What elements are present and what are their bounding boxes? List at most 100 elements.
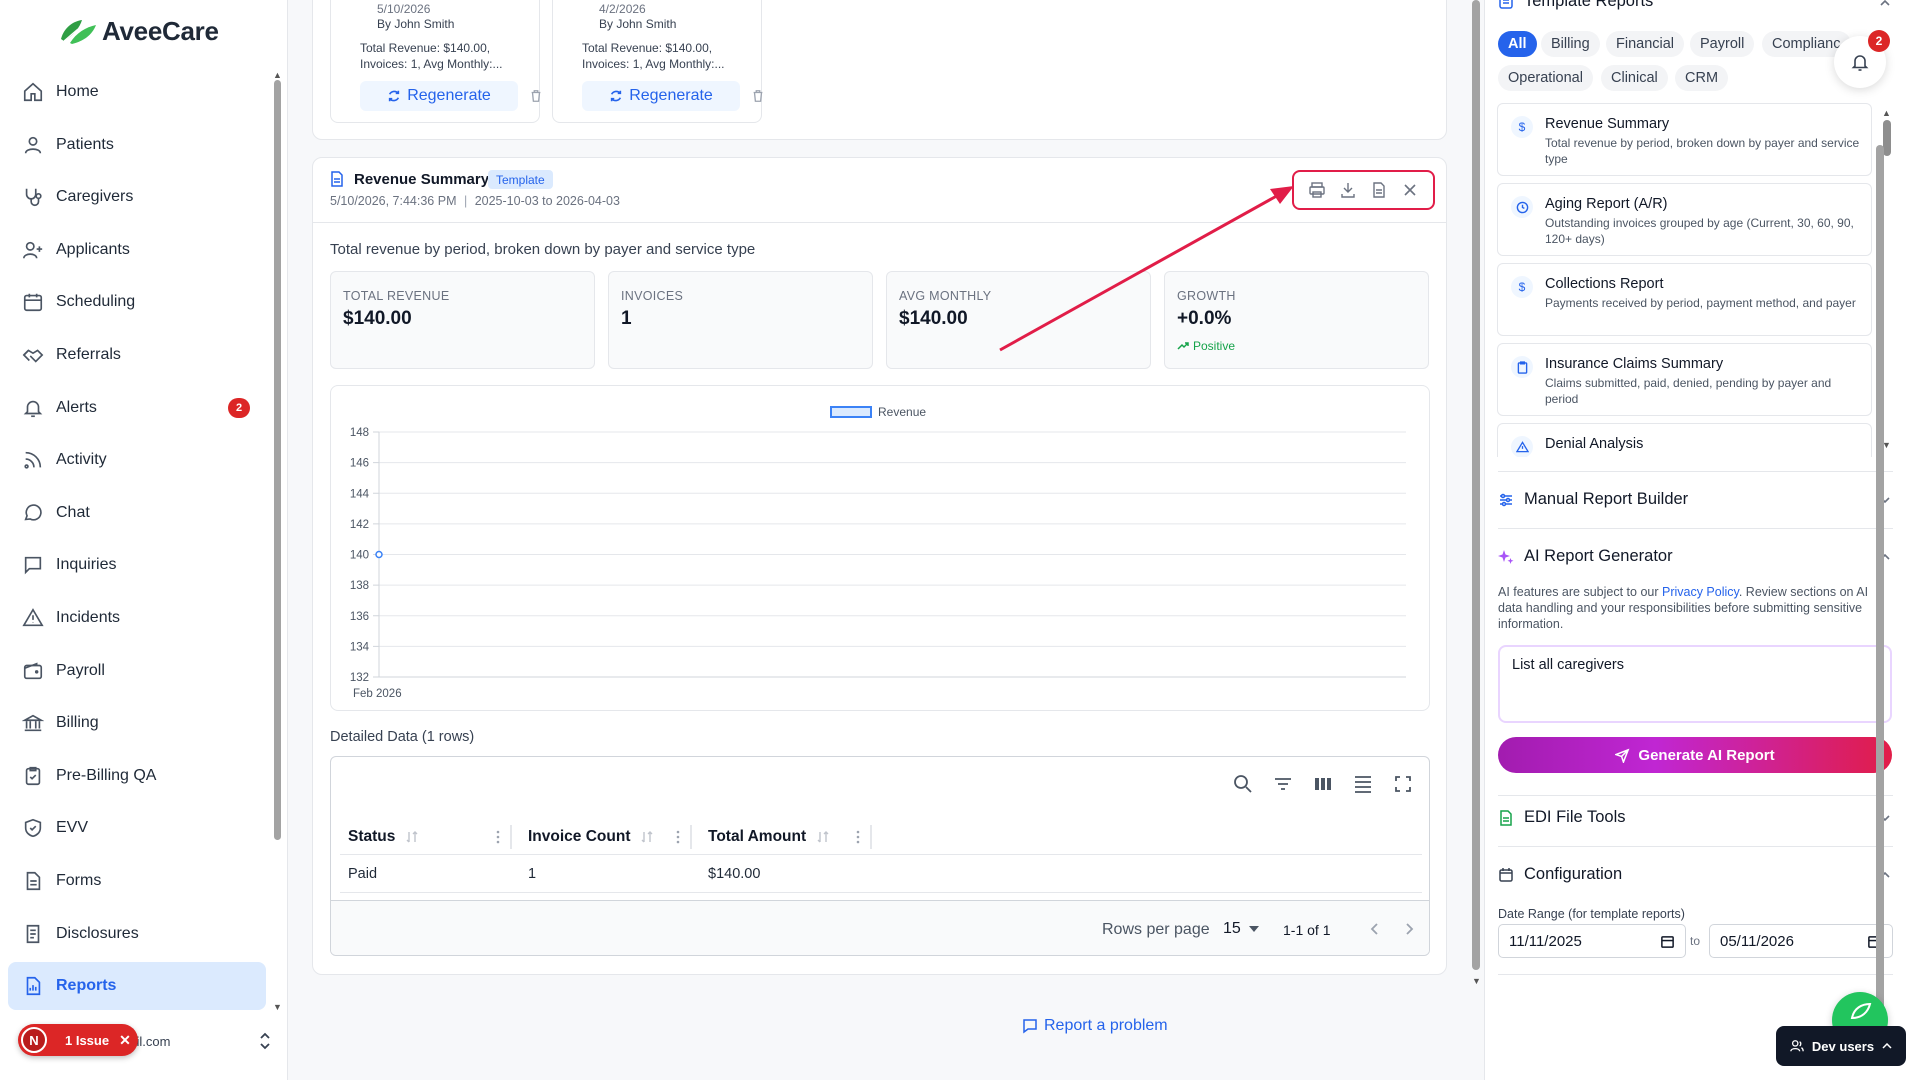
sort-icon[interactable] xyxy=(640,830,654,844)
calendar-icon[interactable] xyxy=(1660,934,1675,949)
list-item[interactable]: Denial Analysis xyxy=(1497,423,1872,457)
trend-label: Positive xyxy=(1193,339,1236,353)
section-title: AI Report Generator xyxy=(1524,547,1673,565)
chat-bubble-icon xyxy=(24,504,42,521)
sidebar-item-payroll[interactable]: Payroll xyxy=(8,647,266,695)
column-menu-icon[interactable] xyxy=(496,829,500,845)
sidebar-item-chat[interactable]: Chat xyxy=(8,489,266,537)
sidebar-item-activity[interactable]: Activity xyxy=(8,436,266,484)
sidebar-item-reports[interactable]: Reports xyxy=(8,962,266,1011)
sidebar-item-pre-billing-qa[interactable]: Pre-Billing QA xyxy=(8,752,266,800)
issues-indicator[interactable]: N 1 Issue ✕ xyxy=(18,1024,138,1056)
column-menu-icon[interactable] xyxy=(856,829,860,845)
right-panel-scroll-thumb[interactable] xyxy=(1876,145,1884,1025)
configuration-header[interactable]: Configuration xyxy=(1498,865,1622,884)
main-scroll-thumb[interactable] xyxy=(1472,0,1480,970)
filter-chip-payroll[interactable]: Payroll xyxy=(1690,31,1755,57)
template-reports-header[interactable]: Template Reports xyxy=(1498,0,1653,11)
filter-chip-operational[interactable]: Operational xyxy=(1498,65,1593,91)
list-item[interactable]: $ Collections Report Payments received b… xyxy=(1497,263,1872,336)
sort-icon[interactable] xyxy=(405,830,419,844)
sidebar-item-applicants[interactable]: Applicants xyxy=(8,226,266,274)
search-icon[interactable] xyxy=(1232,773,1254,795)
scroll-down-arrow-icon[interactable]: ▼ xyxy=(1472,976,1481,986)
template-list-scrollbar[interactable]: ▲ ▼ xyxy=(1882,108,1891,452)
sidebar-item-label: Activity xyxy=(56,451,107,469)
date-from-input[interactable]: 11/11/2025 xyxy=(1498,924,1686,958)
list-item[interactable]: $ Revenue Summary Total revenue by perio… xyxy=(1497,103,1872,176)
generate-ai-report-button[interactable]: Generate AI Report xyxy=(1498,737,1892,773)
column-menu-icon[interactable] xyxy=(676,829,680,845)
scroll-up-arrow-icon[interactable]: ▲ xyxy=(273,70,282,80)
sidebar-item-forms[interactable]: Forms xyxy=(8,857,266,905)
list-item[interactable]: Aging Report (A/R) Outstanding invoices … xyxy=(1497,183,1872,256)
scroll-down-arrow-icon[interactable]: ▼ xyxy=(273,1002,282,1012)
filter-chip-crm[interactable]: CRM xyxy=(1675,65,1729,91)
date-to-input[interactable]: 05/11/2026 xyxy=(1709,924,1893,958)
download-icon[interactable] xyxy=(1339,181,1357,199)
list-item[interactable]: Insurance Claims Summary Claims submitte… xyxy=(1497,343,1872,416)
sidebar-item-referrals[interactable]: Referrals xyxy=(8,331,266,379)
column-separator[interactable] xyxy=(690,825,692,849)
column-header-total-amount[interactable]: Total Amount xyxy=(708,819,830,855)
trash-icon[interactable] xyxy=(529,89,543,103)
sidebar-item-evv[interactable]: EVV xyxy=(8,804,266,852)
sidebar-item-label: Payroll xyxy=(56,661,105,679)
trash-icon[interactable] xyxy=(751,89,765,103)
density-icon[interactable] xyxy=(1352,773,1374,795)
app-logo[interactable]: AveeCare xyxy=(58,16,219,47)
column-header-invoice-count[interactable]: Invoice Count xyxy=(528,819,654,855)
y-tick-label: 132 xyxy=(350,672,369,684)
dev-users-button[interactable]: Dev users xyxy=(1776,1026,1906,1066)
sidebar-item-billing[interactable]: Billing xyxy=(8,699,266,747)
template-name: Insurance Claims Summary xyxy=(1545,356,1724,372)
rows-per-page-select[interactable]: 15 xyxy=(1223,920,1259,938)
sidebar-item-alerts[interactable]: Alerts 2 xyxy=(8,384,266,432)
filter-chip-clinical[interactable]: Clinical xyxy=(1601,65,1668,91)
filter-chip-all[interactable]: All xyxy=(1498,31,1537,57)
fullscreen-icon[interactable] xyxy=(1392,773,1414,795)
column-separator[interactable] xyxy=(510,825,512,849)
sidebar-item-caregivers[interactable]: Caregivers xyxy=(8,173,266,221)
main-scrollbar[interactable]: ▼ xyxy=(1472,0,1481,990)
columns-icon[interactable] xyxy=(1312,773,1334,795)
sidebar-item-patients[interactable]: Patients xyxy=(8,121,266,169)
sidebar-item-disclosures[interactable]: Disclosures xyxy=(8,910,266,958)
y-tick-label: 148 xyxy=(350,427,369,439)
sidebar-scroll-thumb[interactable] xyxy=(274,80,281,840)
chevron-up-down-icon[interactable] xyxy=(257,1032,273,1050)
regenerate-button[interactable]: Regenerate xyxy=(582,81,740,111)
file-export-icon[interactable] xyxy=(1370,181,1388,199)
sort-icon[interactable] xyxy=(816,830,830,844)
chevron-right-icon[interactable] xyxy=(1402,922,1416,936)
manual-report-builder-header[interactable]: Manual Report Builder xyxy=(1498,490,1688,509)
caret-down-icon xyxy=(1248,926,1259,932)
sidebar-item-home[interactable]: Home xyxy=(8,68,266,116)
right-panel-scrollbar[interactable] xyxy=(1876,0,1884,1080)
column-header-status[interactable]: Status xyxy=(348,819,419,855)
filter-chip-financial[interactable]: Financial xyxy=(1606,31,1685,57)
file-green-icon xyxy=(1500,809,1512,826)
print-icon[interactable] xyxy=(1308,181,1326,199)
ai-report-generator-header[interactable]: AI Report Generator xyxy=(1498,547,1673,566)
filter-icon[interactable] xyxy=(1272,773,1294,795)
sidebar-item-incidents[interactable]: Incidents xyxy=(8,594,266,642)
regenerate-button[interactable]: Regenerate xyxy=(360,81,518,111)
column-separator[interactable] xyxy=(870,825,872,849)
close-icon[interactable] xyxy=(1401,181,1419,199)
report-problem-link[interactable]: Report a problem xyxy=(1022,1017,1168,1035)
table-row[interactable]: Paid 1 $140.00 xyxy=(340,855,1422,893)
sidebar-scrollbar[interactable]: ▲ ▼ xyxy=(273,70,282,1060)
filter-chip-billing[interactable]: Billing xyxy=(1541,31,1600,57)
template-list-scroll-thumb[interactable] xyxy=(1883,120,1891,156)
sidebar-item-inquiries[interactable]: Inquiries xyxy=(8,541,266,589)
sidebar-item-scheduling[interactable]: Scheduling xyxy=(8,278,266,326)
user-menu[interactable]: @gmail.com N 1 Issue ✕ xyxy=(18,1022,273,1062)
edi-file-tools-header[interactable]: EDI File Tools xyxy=(1498,808,1625,827)
close-icon[interactable]: ✕ xyxy=(119,1032,131,1049)
privacy-policy-link[interactable]: Privacy Policy xyxy=(1662,585,1739,599)
ai-prompt-input[interactable]: List all caregivers xyxy=(1498,645,1892,723)
report-date: 4/2/2026 xyxy=(599,2,646,16)
chevron-left-icon[interactable] xyxy=(1368,922,1382,936)
summary-line: Invoices: 1, Avg Monthly:... xyxy=(582,57,725,71)
